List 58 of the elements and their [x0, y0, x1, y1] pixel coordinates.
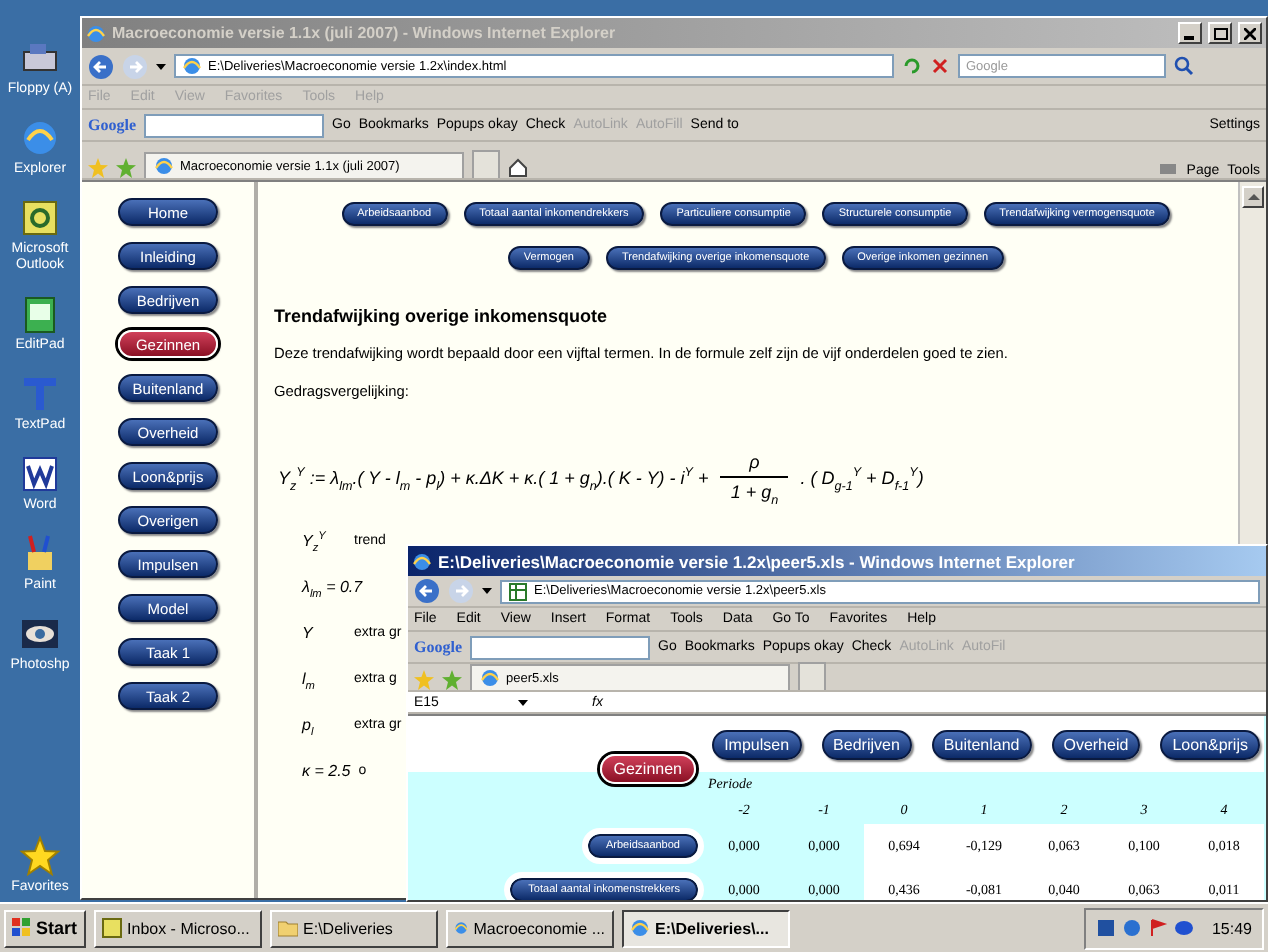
spreadsheet-icon — [508, 581, 528, 601]
stop-icon[interactable] — [930, 56, 950, 76]
favorites-star-icon[interactable] — [88, 158, 108, 178]
close-button[interactable] — [1238, 22, 1262, 44]
fraction: ρ 1 + g$_{n}$ — [720, 452, 789, 502]
back-icon[interactable] — [88, 53, 114, 79]
maximize-button[interactable] — [1208, 22, 1232, 44]
section-heading: Trendafwijking overige inkomensquote — [274, 306, 610, 326]
browser-icon[interactable] — [18, 116, 62, 160]
star-icon[interactable] — [18, 834, 62, 878]
variable-symbol: l$_{m}$ — [302, 670, 317, 688]
mail-app-icon[interactable] — [18, 196, 62, 240]
scroll-up-icon[interactable] — [1247, 192, 1259, 202]
start-button[interactable]: Start — [4, 909, 86, 947]
taskbar-button[interactable]: E:\Deliveries — [269, 909, 438, 947]
browser-icon — [480, 668, 500, 688]
folder-icon — [277, 918, 298, 938]
sheet-button[interactable]: Buitenland — [931, 729, 1032, 759]
clock: 15:49 — [1211, 919, 1252, 937]
sheet-button[interactable]: Loon&prijs — [1160, 729, 1260, 759]
search-icon[interactable] — [1174, 56, 1194, 76]
caret-icon[interactable] — [482, 586, 492, 596]
back-icon[interactable] — [414, 578, 440, 604]
sheet-button[interactable]: Gezinnen — [599, 754, 696, 784]
favorites-star-icon[interactable] — [414, 670, 434, 690]
flag-icon[interactable] — [1147, 918, 1168, 938]
variable-symbol: Y — [302, 624, 316, 642]
minimize-button[interactable] — [1178, 22, 1202, 44]
window-title: Macroeconomie versie 1.1x (juli 2007) - Windows Internet Explorer — [112, 24, 618, 42]
sheet-button[interactable]: Overheid — [1051, 729, 1141, 759]
variable-symbol: p$_{l}$ — [302, 716, 316, 734]
variable-symbol: λ$_{lm}$ = 0.7 — [302, 578, 363, 596]
word-document-icon[interactable] — [18, 452, 62, 496]
browser-icon — [154, 156, 174, 176]
sheet-button[interactable]: Impulsen — [712, 729, 802, 759]
google-logo: Google — [88, 116, 136, 134]
taskbar-button[interactable]: Inbox - Microso... — [93, 909, 262, 947]
window-title: E:\Deliveries\Macroeconomie versie 1.2x\peer5.xls - Windows Internet Explorer — [438, 551, 1077, 571]
browser-icon — [182, 56, 202, 76]
caret-icon[interactable] — [156, 61, 166, 71]
windows-logo-icon — [12, 918, 32, 938]
close-icon[interactable] — [1244, 27, 1256, 39]
caret-icon[interactable] — [518, 697, 528, 707]
google-search-field[interactable] — [470, 635, 650, 659]
google-search-field[interactable] — [144, 113, 324, 137]
browser-icon — [453, 918, 468, 938]
browser-icon — [629, 918, 650, 938]
sheet-button[interactable]: Bedrijven — [821, 729, 912, 759]
scroll-up-button[interactable] — [1242, 186, 1264, 208]
variable-symbol: κ = 2.5 — [302, 762, 351, 780]
maximize-icon[interactable] — [1213, 27, 1227, 39]
google-logo: Google — [414, 638, 462, 656]
taskbar-button[interactable]: E:\Deliveries\... — [621, 909, 790, 947]
browser-icon — [412, 551, 432, 571]
taskbar-button[interactable]: Macroeconomie ... — [445, 909, 614, 947]
mail-app-icon — [101, 918, 122, 938]
formula-text: Y$_{z}$$^{Y}$ := λ$_{lm}$.( Y - l$_{m}$ - p$_{l}$) + κ.ΔK + κ.( 1 + g$_{n}$).( K - Y) - i$^{Y}$ + — [278, 467, 709, 487]
browser-icon — [86, 23, 106, 43]
